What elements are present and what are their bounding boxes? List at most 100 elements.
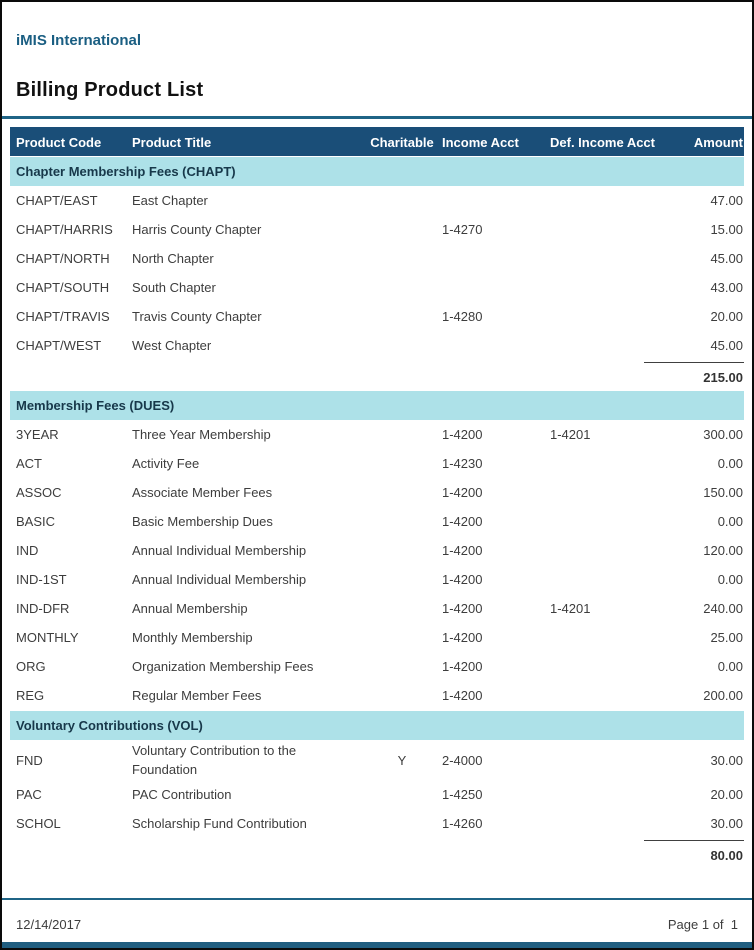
- cell-charitable: Y: [397, 752, 407, 768]
- cell-charitable: [362, 608, 442, 610]
- cell-product-code: ORG: [16, 659, 46, 674]
- cell-charitable: [362, 434, 442, 436]
- cell-income-acct: 1-4200: [442, 659, 483, 674]
- column-header-amount: Amount: [693, 134, 743, 150]
- cell-def-income-acct: [550, 200, 670, 202]
- cell-def-income-acct: [550, 759, 670, 761]
- cell-product-code: IND-DFR: [16, 601, 70, 616]
- section-subtotal-row: 215.00: [10, 360, 744, 390]
- cell-product-code: CHAPT/NORTH: [16, 251, 110, 266]
- cell-income-acct: 1-4250: [442, 787, 483, 802]
- column-header-charitable: Charitable: [370, 134, 434, 150]
- cell-income-acct: [442, 345, 550, 347]
- cell-product-title: Harris County Chapter: [132, 222, 262, 237]
- cell-def-income-acct: [550, 316, 670, 318]
- cell-charitable: [362, 579, 442, 581]
- cell-product-title: Regular Member Fees: [132, 688, 262, 703]
- cell-product-code: MONTHLY: [16, 630, 79, 645]
- cell-product-code: ACT: [16, 456, 42, 471]
- cell-product-code: ASSOC: [16, 485, 62, 500]
- cell-product-title: Activity Fee: [132, 456, 200, 471]
- section-header-row: Voluntary Contributions (VOL): [10, 711, 744, 740]
- brand-title: iMIS International: [16, 32, 142, 49]
- cell-amount: 25.00: [710, 630, 743, 645]
- cell-income-acct: 1-4200: [442, 688, 483, 703]
- table-row: IND-1ST Annual Individual Membership 1-420…: [10, 565, 744, 594]
- cell-product-title: Associate Member Fees: [132, 485, 273, 500]
- cell-product-title: Voluntary Contribution to the Foundation: [132, 743, 297, 777]
- report-content: iMIS International Billing Product List …: [2, 2, 752, 948]
- cell-amount: 150.00: [703, 485, 743, 500]
- cell-def-income-acct: 1-4201: [550, 427, 591, 442]
- cell-charitable: [362, 200, 442, 202]
- table-row: CHAPT/EAST East Chapter 47.00: [10, 186, 744, 215]
- footer-date: 12/14/2017: [16, 916, 82, 932]
- cell-income-acct: 1-4200: [442, 485, 483, 500]
- cell-def-income-acct: [550, 637, 670, 639]
- cell-income-acct: [442, 200, 550, 202]
- table-header-row: Product Code Product Title Charitable In…: [10, 127, 744, 156]
- table-body: Chapter Membership Fees (CHAPT) CHAPT/EAS…: [10, 157, 744, 868]
- cell-income-acct: 1-4200: [442, 601, 483, 616]
- cell-income-acct: 1-4230: [442, 456, 483, 471]
- cell-charitable: [362, 550, 442, 552]
- cell-amount: 47.00: [710, 193, 743, 208]
- cell-amount: 20.00: [710, 787, 743, 802]
- page-title: Billing Product List: [16, 79, 204, 101]
- cell-charitable: [362, 258, 442, 260]
- cell-product-code: CHAPT/EAST: [16, 193, 98, 208]
- cell-income-acct: 1-4200: [442, 572, 483, 587]
- cell-def-income-acct: [550, 463, 670, 465]
- cell-product-title: Monthly Membership: [132, 630, 253, 645]
- report-window: iMIS International Billing Product List …: [0, 0, 754, 950]
- cell-charitable: [362, 345, 442, 347]
- cell-product-title: Annual Membership: [132, 601, 248, 616]
- cell-charitable: [362, 637, 442, 639]
- cell-product-code: IND-1ST: [16, 572, 67, 587]
- table-row: CHAPT/HARRIS Harris County Chapter 1-4270 1…: [10, 215, 744, 244]
- cell-product-code: 3YEAR: [16, 427, 59, 442]
- title-rule: [2, 116, 752, 119]
- table-row: CHAPT/SOUTH South Chapter 43.00: [10, 273, 744, 302]
- cell-def-income-acct: [550, 579, 670, 581]
- footer-page-number: Page 1 of 1: [667, 916, 738, 932]
- column-header-product-code: Product Code: [16, 134, 102, 150]
- cell-amount: 30.00: [710, 752, 743, 768]
- cell-charitable: [362, 695, 442, 697]
- section-subtotal-amount: 80.00: [644, 840, 744, 863]
- cell-def-income-acct: [550, 823, 670, 825]
- section-subtotal-row: 80.00: [10, 838, 744, 868]
- cell-amount: 45.00: [710, 338, 743, 353]
- cell-charitable: [362, 521, 442, 523]
- cell-product-title: Annual Individual Membership: [132, 543, 307, 558]
- billing-product-table: Product Code Product Title Charitable In…: [10, 127, 744, 868]
- section-subtotal-amount: 215.00: [644, 362, 744, 385]
- cell-charitable: [362, 823, 442, 825]
- cell-product-title: Organization Membership Fees: [132, 659, 314, 674]
- cell-def-income-acct: [550, 794, 670, 796]
- table-row: ORG Organization Membership Fees 1-4200 0.0…: [10, 652, 744, 681]
- cell-product-code: FND: [16, 752, 43, 768]
- table-row: ASSOC Associate Member Fees 1-4200 150.00: [10, 478, 744, 507]
- table-row: CHAPT/WEST West Chapter 45.00: [10, 331, 744, 360]
- cell-product-code: IND: [16, 543, 39, 558]
- cell-product-title: North Chapter: [132, 251, 214, 266]
- cell-product-title: South Chapter: [132, 280, 216, 295]
- table-row: FND Voluntary Contribution to the Foundat…: [10, 740, 744, 780]
- cell-product-code: PAC: [16, 787, 42, 802]
- table-row: IND-DFR Annual Membership 1-4200 1-4201 240.…: [10, 594, 744, 623]
- section-header-row: Membership Fees (DUES): [10, 391, 744, 420]
- cell-charitable: [362, 316, 442, 318]
- cell-charitable: [362, 229, 442, 231]
- table-row: BASIC Basic Membership Dues 1-4200 0.00: [10, 507, 744, 536]
- cell-def-income-acct: [550, 550, 670, 552]
- cell-product-title: Annual Individual Membership: [132, 572, 307, 587]
- cell-amount: 30.00: [710, 816, 743, 831]
- cell-charitable: [362, 463, 442, 465]
- table-row: ACT Activity Fee 1-4230 0.00: [10, 449, 744, 478]
- cell-income-acct: [442, 287, 550, 289]
- cell-amount: 0.00: [717, 572, 743, 587]
- cell-amount: 0.00: [717, 456, 743, 471]
- cell-def-income-acct: [550, 695, 670, 697]
- cell-product-code: SCHOL: [16, 816, 61, 831]
